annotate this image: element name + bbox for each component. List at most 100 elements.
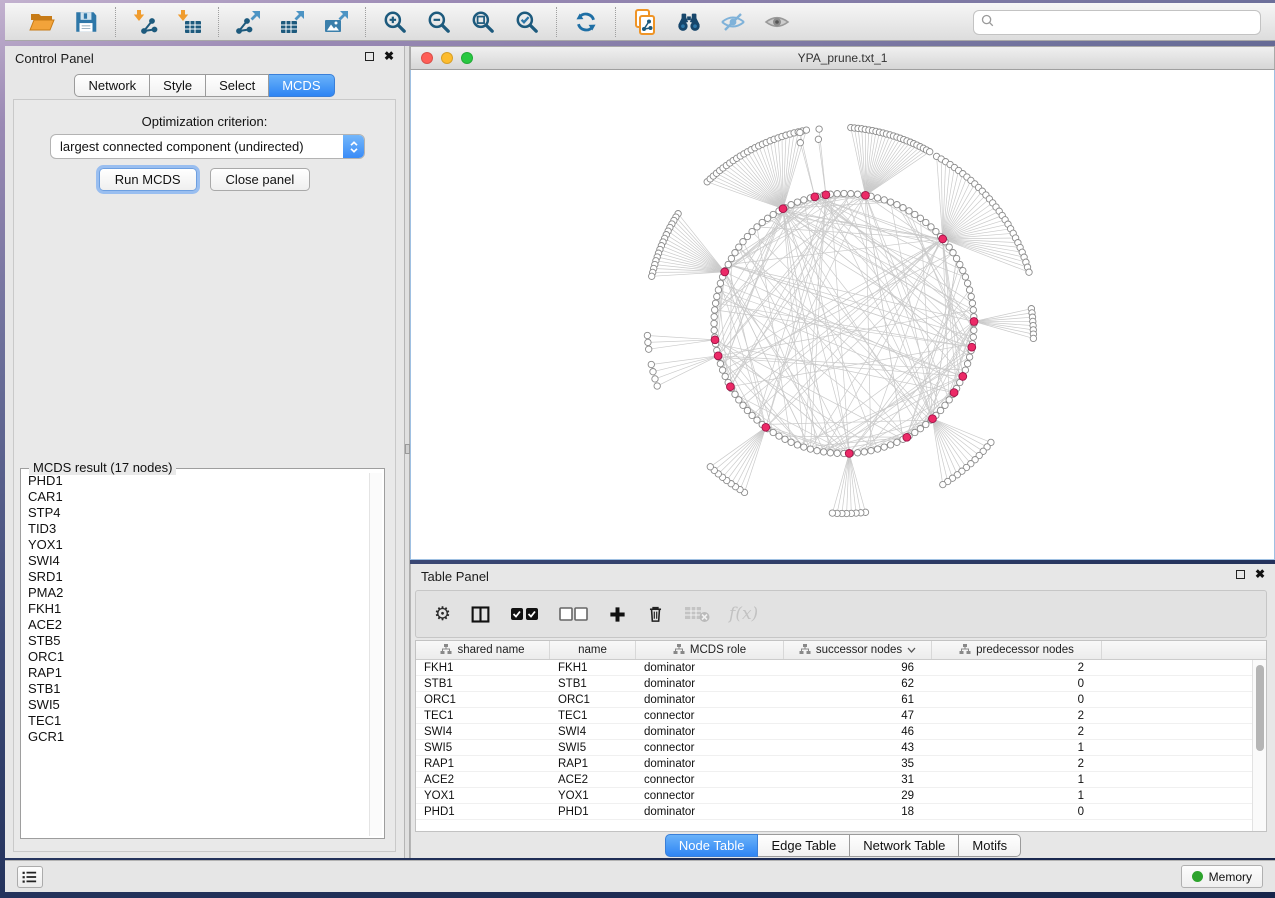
table-tab-edge-table[interactable]: Edge Table: [758, 834, 850, 857]
table-row[interactable]: SWI4SWI4dominator462: [416, 724, 1252, 740]
tab-mcds[interactable]: MCDS: [269, 74, 334, 97]
mcds-result-item[interactable]: STP4: [23, 505, 368, 521]
mcds-result-item[interactable]: CAR1: [23, 489, 368, 505]
column-header-predecessor-nodes[interactable]: predecessor nodes: [932, 641, 1102, 659]
network-canvas[interactable]: [410, 70, 1275, 560]
mcds-result-item[interactable]: ORC1: [23, 649, 368, 665]
mcds-result-item[interactable]: SWI4: [23, 553, 368, 569]
zoom-out-button[interactable]: [422, 7, 456, 37]
table-scrollbar[interactable]: [1252, 660, 1266, 831]
network-graph[interactable]: [411, 70, 1274, 559]
zoom-fit-button[interactable]: [466, 7, 500, 37]
mcds-result-scrollbar[interactable]: [369, 473, 382, 836]
zoom-selected-icon: [514, 9, 540, 35]
close-panel-button[interactable]: Close panel: [210, 168, 311, 191]
table-panel-title: Table Panel: [421, 569, 489, 584]
main-toolbar: [5, 3, 1275, 41]
clone-network-icon: [632, 9, 658, 35]
mcds-result-item[interactable]: ACE2: [23, 617, 368, 633]
import-network-button[interactable]: [128, 7, 162, 37]
import-table-icon: [176, 9, 202, 35]
table-row[interactable]: STB1STB1dominator620: [416, 676, 1252, 692]
show-all-button[interactable]: [760, 7, 794, 37]
network-view-window: YPA_prune.txt_1: [410, 46, 1275, 560]
mcds-result-item[interactable]: SWI5: [23, 697, 368, 713]
network-window-title: YPA_prune.txt_1: [411, 51, 1274, 65]
column-header-name[interactable]: name: [550, 641, 636, 659]
search-input[interactable]: [999, 16, 1260, 30]
network-window-titlebar[interactable]: YPA_prune.txt_1: [410, 46, 1275, 70]
table-row[interactable]: FKH1FKH1dominator962: [416, 660, 1252, 676]
table-row[interactable]: ACE2ACE2connector311: [416, 772, 1252, 788]
table-tab-node-table[interactable]: Node Table: [665, 834, 759, 857]
table-row[interactable]: RAP1RAP1dominator352: [416, 756, 1252, 772]
first-neighbors-icon: [676, 9, 702, 35]
gear-icon[interactable]: ⚙: [434, 605, 451, 624]
deselect-all-icon[interactable]: [559, 605, 589, 623]
mcds-result-item[interactable]: FKH1: [23, 601, 368, 617]
open-file-button[interactable]: [25, 7, 59, 37]
save-session-button[interactable]: [69, 7, 103, 37]
clone-network-button[interactable]: [628, 7, 662, 37]
table-row[interactable]: SWI5SWI5connector431: [416, 740, 1252, 756]
table-tab-motifs[interactable]: Motifs: [959, 834, 1021, 857]
tree-icon: [799, 643, 811, 658]
mcds-result-item[interactable]: TID3: [23, 521, 368, 537]
export-network-button[interactable]: [231, 7, 265, 37]
search-box[interactable]: [973, 10, 1261, 35]
tab-style[interactable]: Style: [150, 74, 206, 97]
memory-button[interactable]: Memory: [1181, 865, 1263, 888]
float-table-panel-icon[interactable]: [1236, 570, 1245, 579]
import-network-icon: [132, 9, 158, 35]
add-row-icon[interactable]: [608, 605, 627, 624]
close-panel-icon[interactable]: ✖: [384, 51, 394, 61]
mcds-result-item[interactable]: RAP1: [23, 665, 368, 681]
columns-icon[interactable]: [470, 604, 491, 625]
float-panel-icon[interactable]: [365, 52, 374, 61]
mcds-result-item[interactable]: SRD1: [23, 569, 368, 585]
first-neighbors-button[interactable]: [672, 7, 706, 37]
table-row[interactable]: PHD1PHD1dominator180: [416, 804, 1252, 820]
mcds-result-item[interactable]: PHD1: [23, 473, 368, 489]
run-mcds-button[interactable]: Run MCDS: [99, 168, 197, 191]
close-table-panel-icon[interactable]: ✖: [1255, 569, 1265, 579]
close-window-button[interactable]: [421, 52, 433, 64]
table-row[interactable]: TEC1TEC1connector472: [416, 708, 1252, 724]
table-scrollbar-thumb[interactable]: [1256, 665, 1264, 751]
status-bar: Memory: [5, 860, 1275, 892]
export-image-button[interactable]: [319, 7, 353, 37]
zoom-in-button[interactable]: [378, 7, 412, 37]
mcds-result-item[interactable]: GCR1: [23, 729, 368, 745]
tab-select[interactable]: Select: [206, 74, 269, 97]
column-header-MCDS-role[interactable]: MCDS role: [636, 641, 784, 659]
table-tab-network-table[interactable]: Network Table: [850, 834, 959, 857]
minimize-window-button[interactable]: [441, 52, 453, 64]
mcds-result-item[interactable]: STB1: [23, 681, 368, 697]
mcds-result-list[interactable]: PHD1CAR1STP4TID3YOX1SWI4SRD1PMA2FKH1ACE2…: [23, 473, 368, 836]
mcds-result-item[interactable]: YOX1: [23, 537, 368, 553]
table-row[interactable]: YOX1YOX1connector291: [416, 788, 1252, 804]
mcds-result-item[interactable]: STB5: [23, 633, 368, 649]
table-tabs: Node TableEdge TableNetwork TableMotifs: [411, 834, 1275, 857]
optimization-criterion-select[interactable]: largest connected component (undirected): [50, 134, 365, 159]
export-network-icon: [235, 9, 261, 35]
mcds-result-item[interactable]: PMA2: [23, 585, 368, 601]
zoom-selected-button[interactable]: [510, 7, 544, 37]
hide-selected-button[interactable]: [716, 7, 750, 37]
zoom-in-icon: [382, 9, 408, 35]
tab-network[interactable]: Network: [74, 74, 150, 97]
task-history-button[interactable]: [17, 866, 43, 888]
search-icon: [981, 14, 994, 32]
export-table-button[interactable]: [275, 7, 309, 37]
column-header-shared-name[interactable]: shared name: [416, 641, 550, 659]
refresh-icon: [573, 9, 599, 35]
refresh-button[interactable]: [569, 7, 603, 37]
table-row[interactable]: ORC1ORC1dominator610: [416, 692, 1252, 708]
delete-row-icon[interactable]: [646, 604, 665, 624]
function-icon: f(x): [729, 604, 758, 624]
import-table-button[interactable]: [172, 7, 206, 37]
mcds-result-item[interactable]: TEC1: [23, 713, 368, 729]
column-header-successor-nodes[interactable]: successor nodes: [784, 641, 932, 659]
zoom-window-button[interactable]: [461, 52, 473, 64]
select-all-icon[interactable]: [510, 605, 540, 623]
